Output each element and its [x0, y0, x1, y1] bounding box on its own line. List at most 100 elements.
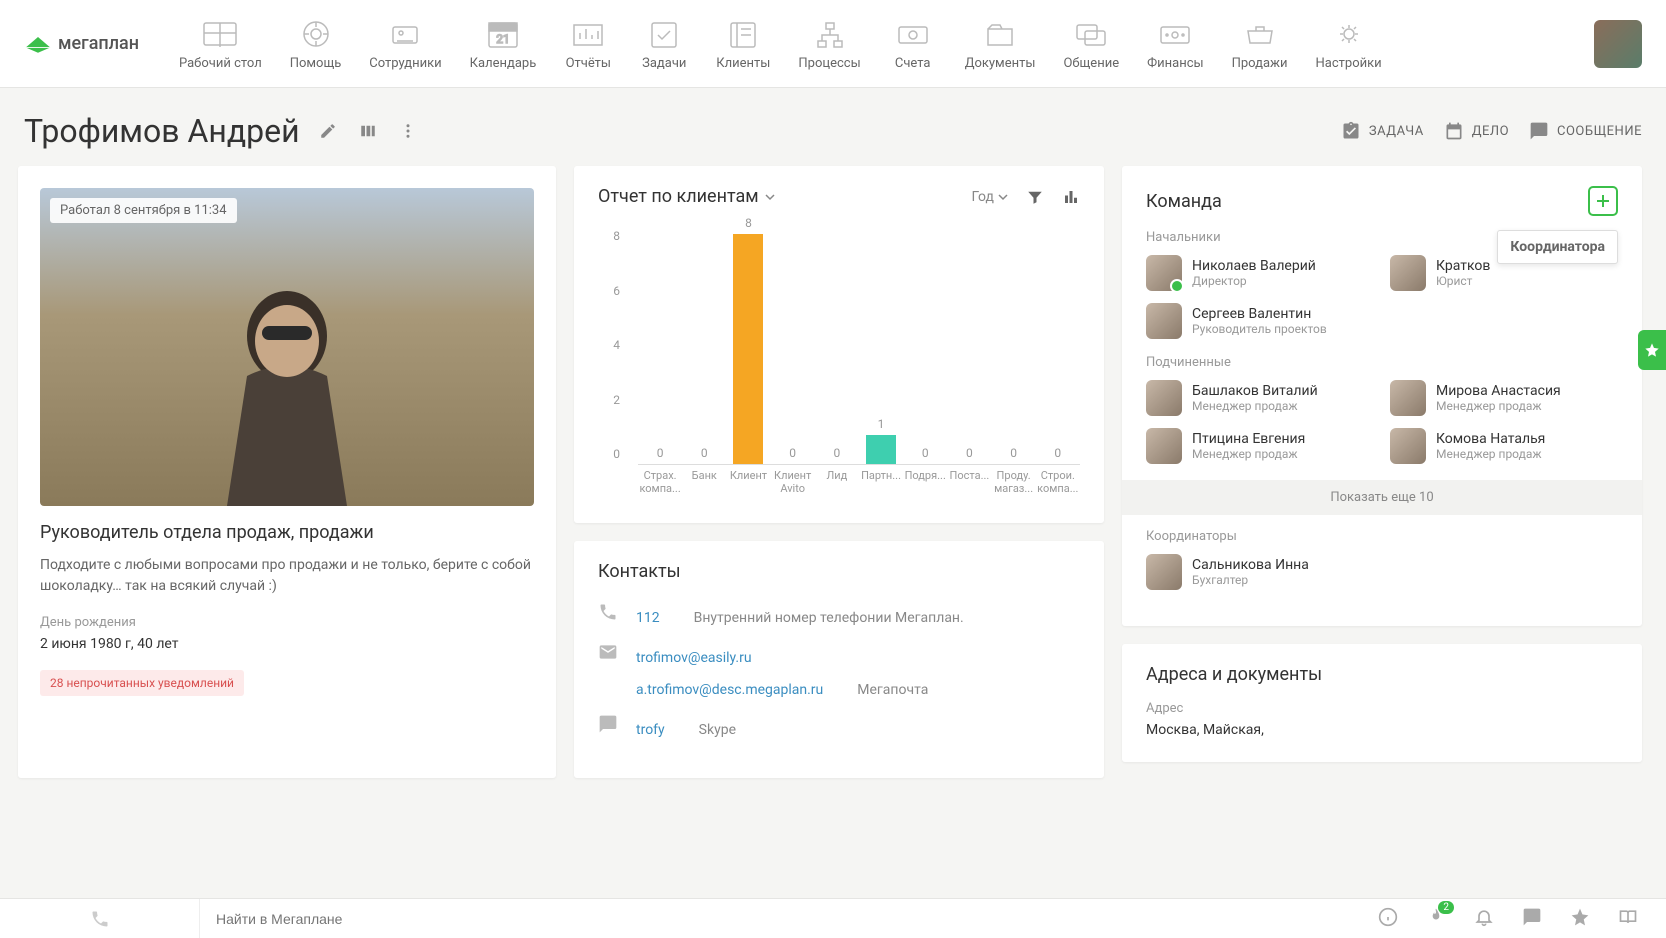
nav-Финансы[interactable]: Финансы [1147, 16, 1204, 71]
fire-icon[interactable]: 2 [1426, 907, 1446, 931]
profile-desc: Подходите с любыми вопросами про продажи… [40, 555, 534, 597]
nav-items: Рабочий стол Помощь Сотрудники сент21Календ… [179, 16, 1594, 71]
nav-Рабочий стол[interactable]: Рабочий стол [179, 16, 262, 71]
show-more-button[interactable]: Показать еще 10 [1122, 480, 1642, 515]
content: Работал 8 сентября в 11:34 Руководитель … [0, 166, 1666, 778]
nav-Счета[interactable]: Счета [889, 16, 937, 71]
star-icon [1644, 342, 1660, 358]
email1-link[interactable]: trofimov@easily.ru [636, 650, 752, 666]
bar[interactable]: 0 [903, 446, 947, 464]
person[interactable]: Николаев ВалерийДиректор [1146, 255, 1374, 291]
nav-icon [381, 16, 429, 52]
person[interactable]: Сальникова ИннаБухгалтер [1146, 554, 1374, 590]
dob-value: 2 июня 1980 г, 40 лет [40, 636, 534, 652]
avatar [1146, 554, 1182, 590]
phone-link[interactable]: 112 [636, 610, 660, 626]
bar[interactable]: 0 [771, 446, 815, 464]
contact-skype-row: trofy Skype [598, 714, 1080, 738]
nav-Календарь[interactable]: сент21Календарь [470, 16, 537, 71]
favorite-tab[interactable] [1638, 330, 1666, 370]
person[interactable]: Птицина ЕвгенияМенеджер продаж [1146, 428, 1374, 464]
bar[interactable]: 0 [682, 446, 726, 464]
person[interactable]: Сергеев ВалентинРуководитель проектов [1146, 303, 1374, 339]
logo-icon [24, 30, 52, 58]
bar[interactable]: 0 [815, 446, 859, 464]
header-actions: ЗАДАЧА ДЕЛО СООБЩЕНИЕ [1341, 121, 1642, 141]
chevron-down-icon [998, 192, 1008, 202]
dob-label: День рождения [40, 615, 534, 630]
person[interactable]: Комова НатальяМенеджер продаж [1390, 428, 1618, 464]
skype-link[interactable]: trofy [636, 722, 665, 738]
task-action[interactable]: ЗАДАЧА [1341, 121, 1424, 141]
bar[interactable]: 0 [638, 446, 682, 464]
bell-icon[interactable] [1474, 907, 1494, 931]
nav-Продажи[interactable]: Продажи [1232, 16, 1288, 71]
bar[interactable]: 0 [1036, 446, 1080, 464]
add-team-button[interactable]: Координатора [1588, 186, 1618, 216]
info-icon[interactable] [1378, 907, 1398, 931]
plus-icon [1595, 193, 1611, 209]
bottombar-icons: 2 [1350, 907, 1666, 931]
nav-icon [976, 16, 1024, 52]
logo[interactable]: мегаплан [24, 30, 139, 58]
mail-icon [598, 642, 620, 666]
profile-photo: Работал 8 сентября в 11:34 [40, 188, 534, 506]
plot-area: 0080010000 [638, 225, 1080, 465]
global-search-input[interactable] [200, 899, 1350, 938]
nav-icon [196, 16, 244, 52]
nav-Документы[interactable]: Документы [965, 16, 1036, 71]
bar[interactable]: 0 [947, 446, 991, 464]
star-icon[interactable] [1570, 907, 1590, 931]
nav-icon [1067, 16, 1115, 52]
contact-email1-row: trofimov@easily.ru [598, 642, 1080, 666]
addr-label: Адрес [1146, 701, 1618, 716]
logo-text: мегаплан [58, 33, 139, 54]
nav-Клиенты[interactable]: Клиенты [716, 16, 770, 71]
chart-type-icon[interactable] [1062, 188, 1080, 206]
edit-icon[interactable] [316, 119, 340, 143]
nav-Процессы[interactable]: Процессы [798, 16, 860, 71]
phone-note: Внутренний номер телефонии Мегаплан. [694, 610, 964, 626]
email2-link[interactable]: a.trofimov@desc.megaplan.ru [636, 682, 823, 698]
bottombar: 2 [0, 898, 1666, 938]
person[interactable]: Мирова АнастасияМенеджер продаж [1390, 380, 1618, 416]
avatar [1146, 380, 1182, 416]
book-icon[interactable] [1618, 907, 1638, 931]
right-column: Команда Координатора Начальники Николаев… [1122, 166, 1642, 778]
notifications-badge[interactable]: 28 непрочитанных уведомлений [40, 670, 244, 696]
nav-Настройки[interactable]: Настройки [1316, 16, 1382, 71]
dial-icon[interactable] [0, 899, 200, 938]
svg-text:21: 21 [496, 32, 510, 46]
subs-grid: Башлаков ВиталийМенеджер продаж Мирова Ан… [1146, 380, 1618, 464]
middle-column: Отчет по клиентам Год 86420 0080010000 С… [574, 166, 1104, 778]
nav-Помощь[interactable]: Помощь [290, 16, 342, 71]
nav-icon [1151, 16, 1199, 52]
team-header: Команда Координатора [1146, 186, 1618, 216]
docs-title: Адреса и документы [1146, 664, 1618, 685]
filter-icon[interactable] [1026, 188, 1044, 206]
report-title[interactable]: Отчет по клиентам [598, 186, 775, 207]
coord-label: Координаторы [1146, 529, 1618, 544]
nav-Отчёты[interactable]: Отчёты [564, 16, 612, 71]
deal-action[interactable]: ДЕЛО [1444, 121, 1509, 141]
columns-icon[interactable] [356, 119, 380, 143]
chat-icon [598, 714, 620, 738]
current-user-avatar[interactable] [1594, 20, 1642, 68]
nav-Задачи[interactable]: Задачи [640, 16, 688, 71]
nav-icon [889, 16, 937, 52]
skype-note: Skype [699, 722, 736, 738]
more-icon[interactable] [396, 119, 420, 143]
bar[interactable]: 1 [859, 417, 903, 464]
message-action[interactable]: СООБЩЕНИЕ [1529, 121, 1642, 141]
bar[interactable]: 8 [726, 216, 770, 464]
period-selector[interactable]: Год [972, 189, 1008, 205]
avatar [1390, 380, 1426, 416]
chart: 86420 0080010000 Страх. компа...БанкКлие… [598, 225, 1080, 505]
last-seen-badge: Работал 8 сентября в 11:34 [50, 198, 237, 223]
chat-icon[interactable] [1522, 907, 1542, 931]
person[interactable]: Башлаков ВиталийМенеджер продаж [1146, 380, 1374, 416]
nav-Сотрудники[interactable]: Сотрудники [369, 16, 441, 71]
bar[interactable]: 0 [992, 446, 1036, 464]
nav-Общение[interactable]: Общение [1063, 16, 1119, 71]
phone-icon [598, 602, 620, 626]
